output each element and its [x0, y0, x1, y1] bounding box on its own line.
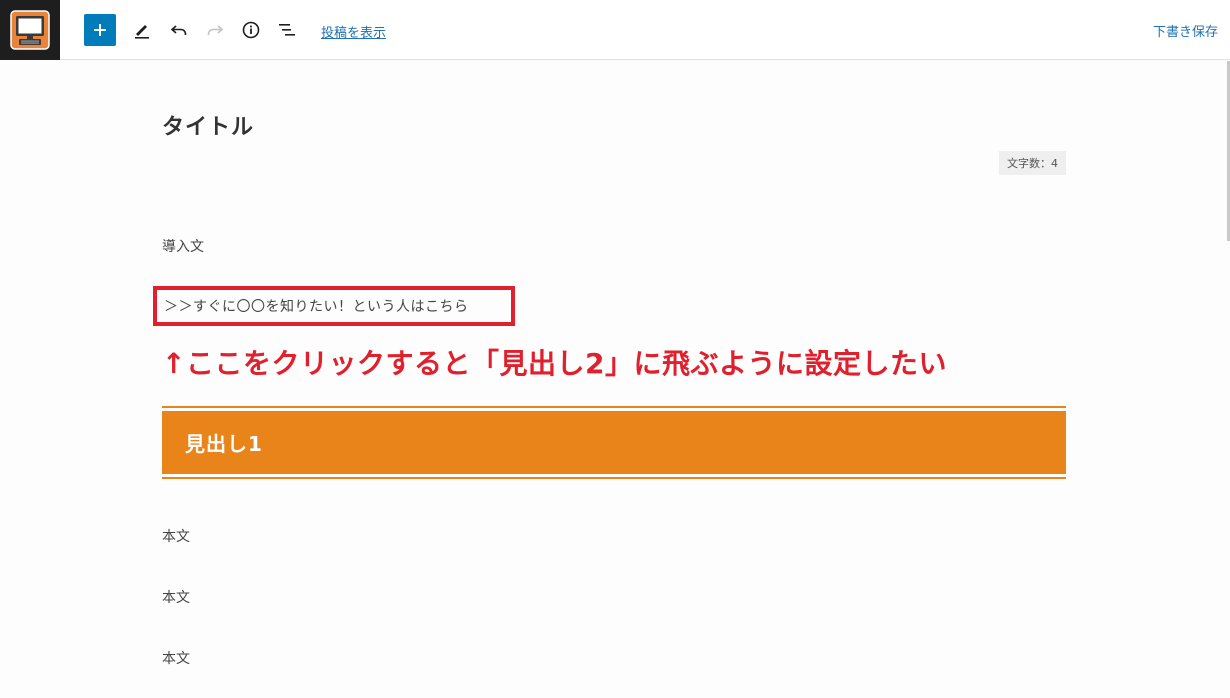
view-post-link[interactable]: 投稿を表示: [321, 22, 386, 41]
body-paragraph[interactable]: 本文: [162, 648, 190, 668]
list-view-button[interactable]: [271, 14, 303, 46]
site-icon-button[interactable]: [0, 0, 60, 60]
pencil-icon: [135, 25, 149, 39]
list-view-icon: [279, 24, 295, 36]
char-count-badge: 文字数：4: [999, 151, 1066, 175]
redo-icon: [207, 25, 224, 35]
body-paragraph[interactable]: 本文: [162, 526, 190, 546]
save-draft-button[interactable]: 下書き保存: [1153, 21, 1218, 40]
details-button[interactable]: [235, 14, 267, 46]
desktop-computer-icon: [10, 10, 50, 50]
editor-header: 投稿を表示 下書き保存: [0, 0, 1230, 60]
intro-paragraph[interactable]: 導入文: [162, 236, 204, 256]
jump-link-paragraph[interactable]: ＞＞すぐに〇〇を知りたい！という人はこちら: [164, 296, 469, 316]
body-paragraph[interactable]: 本文: [162, 587, 190, 607]
heading-block[interactable]: 見出し1: [162, 406, 1066, 479]
undo-icon: [170, 25, 187, 35]
post-title[interactable]: タイトル: [162, 109, 254, 141]
tools-button[interactable]: [126, 14, 158, 46]
add-block-button[interactable]: [84, 14, 116, 46]
annotation-text: ↑ここをクリックすると「見出し2」に飛ぶように設定したい: [162, 347, 947, 380]
heading-background: 見出し1: [162, 411, 1066, 474]
plus-icon: [94, 24, 106, 36]
heading-1-text: 見出し1: [185, 432, 263, 456]
redo-button[interactable]: [199, 14, 231, 46]
info-icon: [242, 21, 260, 39]
undo-button[interactable]: [163, 14, 195, 46]
